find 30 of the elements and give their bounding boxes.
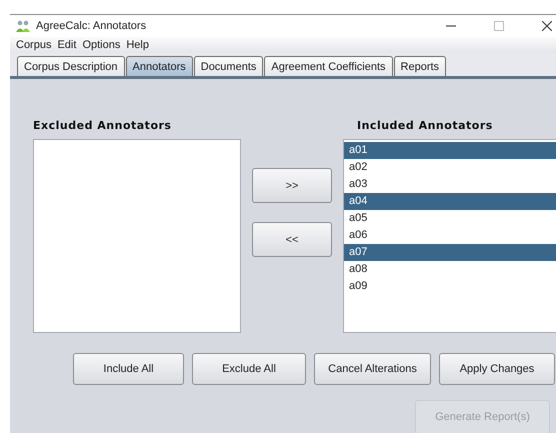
- action-button[interactable]: Apply Changes: [439, 353, 555, 385]
- window-title: AgreeCalc: Annotators: [36, 20, 148, 32]
- list-item[interactable]: a05: [344, 210, 556, 227]
- people-icon: [16, 20, 30, 32]
- action-button[interactable]: Exclude All: [192, 353, 306, 385]
- list-item[interactable]: a08: [344, 261, 556, 278]
- menu-item[interactable]: Help: [126, 39, 149, 52]
- menu-item[interactable]: Edit: [57, 39, 76, 52]
- list-item[interactable]: a02: [344, 159, 556, 176]
- tab[interactable]: Reports: [394, 56, 446, 76]
- included-heading: Included Annotators: [357, 119, 494, 134]
- menu-item[interactable]: Options: [82, 39, 120, 52]
- list-item[interactable]: a09: [344, 278, 556, 295]
- close-icon[interactable]: [542, 21, 552, 32]
- action-button[interactable]: Cancel Alterations: [314, 353, 431, 385]
- excluded-heading: Excluded Annotators: [33, 119, 172, 134]
- transfer-button[interactable]: <<: [252, 222, 332, 257]
- list-item[interactable]: a03: [344, 176, 556, 193]
- tab[interactable]: Agreement Coefficients: [264, 56, 393, 76]
- menu-item[interactable]: Corpus: [16, 39, 52, 52]
- list-item[interactable]: a06: [344, 227, 556, 244]
- list-item[interactable]: a04: [344, 193, 556, 210]
- tab[interactable]: Annotators: [126, 56, 193, 76]
- list-item[interactable]: a07: [344, 244, 556, 261]
- tab[interactable]: Corpus Description: [17, 56, 125, 76]
- action-button[interactable]: Include All: [73, 353, 184, 385]
- transfer-button[interactable]: >>: [252, 168, 332, 203]
- tab[interactable]: Documents: [194, 56, 264, 76]
- list-item[interactable]: a01: [344, 142, 556, 159]
- included-list[interactable]: a01 a02 a03 a04 a05 a06 a07 a08 a09: [343, 139, 556, 333]
